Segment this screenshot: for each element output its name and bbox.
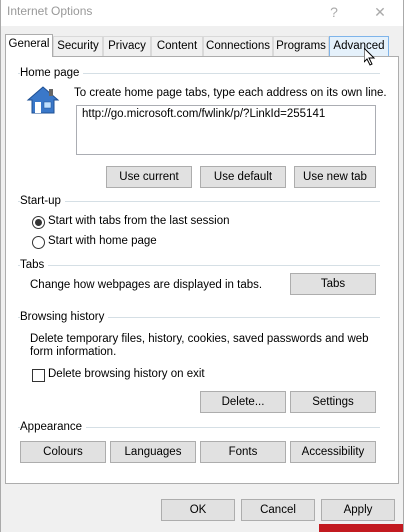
delete-on-exit-label[interactable]: Delete browsing history on exit: [48, 368, 205, 380]
tab-security[interactable]: Security: [53, 36, 103, 56]
window-edge-highlight: [319, 524, 403, 532]
title-bar: Internet Options ? ✕: [1, 0, 403, 26]
languages-button[interactable]: Languages: [110, 441, 196, 463]
window-title: Internet Options: [7, 4, 93, 18]
ok-button[interactable]: OK: [161, 499, 235, 521]
tab-advanced[interactable]: Advanced: [329, 36, 389, 56]
startup-home-page-label[interactable]: Start with home page: [48, 235, 157, 247]
delete-history-button[interactable]: Delete...: [200, 391, 286, 413]
mouse-pointer-icon: [363, 46, 376, 66]
accessibility-button[interactable]: Accessibility: [290, 441, 376, 463]
general-tab-panel: Home page To create home page tabs, type…: [5, 56, 399, 484]
browsing-history-heading: Browsing history: [20, 311, 109, 323]
internet-options-window: Internet Options ? ✕ General Security Pr…: [0, 0, 404, 532]
tabs-settings-button[interactable]: Tabs: [290, 273, 376, 295]
apply-button[interactable]: Apply: [321, 499, 395, 521]
tabs-heading: Tabs: [20, 259, 49, 271]
tab-general[interactable]: General: [5, 34, 53, 57]
browsing-history-description-line2: form information.: [30, 346, 117, 358]
tabs-description: Change how webpages are displayed in tab…: [30, 279, 263, 291]
tab-content[interactable]: Content: [151, 36, 203, 56]
tab-programs[interactable]: Programs: [273, 36, 329, 56]
startup-last-session-label[interactable]: Start with tabs from the last session: [48, 215, 230, 227]
home-page-url-input[interactable]: http://go.microsoft.com/fwlink/p/?LinkId…: [76, 105, 376, 155]
home-icon: [26, 85, 60, 115]
startup-heading: Start-up: [20, 195, 65, 207]
history-settings-button[interactable]: Settings: [290, 391, 376, 413]
appearance-heading: Appearance: [20, 421, 87, 433]
browsing-history-description-line1: Delete temporary files, history, cookies…: [30, 333, 369, 345]
tabs-divider: [18, 265, 380, 266]
home-page-heading: Home page: [20, 67, 84, 79]
tab-privacy[interactable]: Privacy: [103, 36, 151, 56]
delete-on-exit-checkbox[interactable]: [32, 369, 45, 382]
dialog-footer: OK Cancel Apply: [1, 484, 403, 532]
tab-strip: General Security Privacy Content Connect…: [5, 34, 399, 57]
home-page-description: To create home page tabs, type each addr…: [74, 87, 387, 99]
use-default-button[interactable]: Use default: [200, 166, 286, 188]
cancel-button[interactable]: Cancel: [241, 499, 315, 521]
tab-connections[interactable]: Connections: [203, 36, 273, 56]
close-button[interactable]: ✕: [365, 2, 395, 22]
fonts-button[interactable]: Fonts: [200, 441, 286, 463]
startup-divider: [18, 201, 380, 202]
startup-home-page-radio[interactable]: [32, 236, 45, 249]
use-current-button[interactable]: Use current: [106, 166, 192, 188]
colours-button[interactable]: Colours: [20, 441, 106, 463]
use-new-tab-button[interactable]: Use new tab: [294, 166, 376, 188]
startup-last-session-radio[interactable]: [32, 216, 45, 229]
help-button[interactable]: ?: [319, 2, 349, 22]
